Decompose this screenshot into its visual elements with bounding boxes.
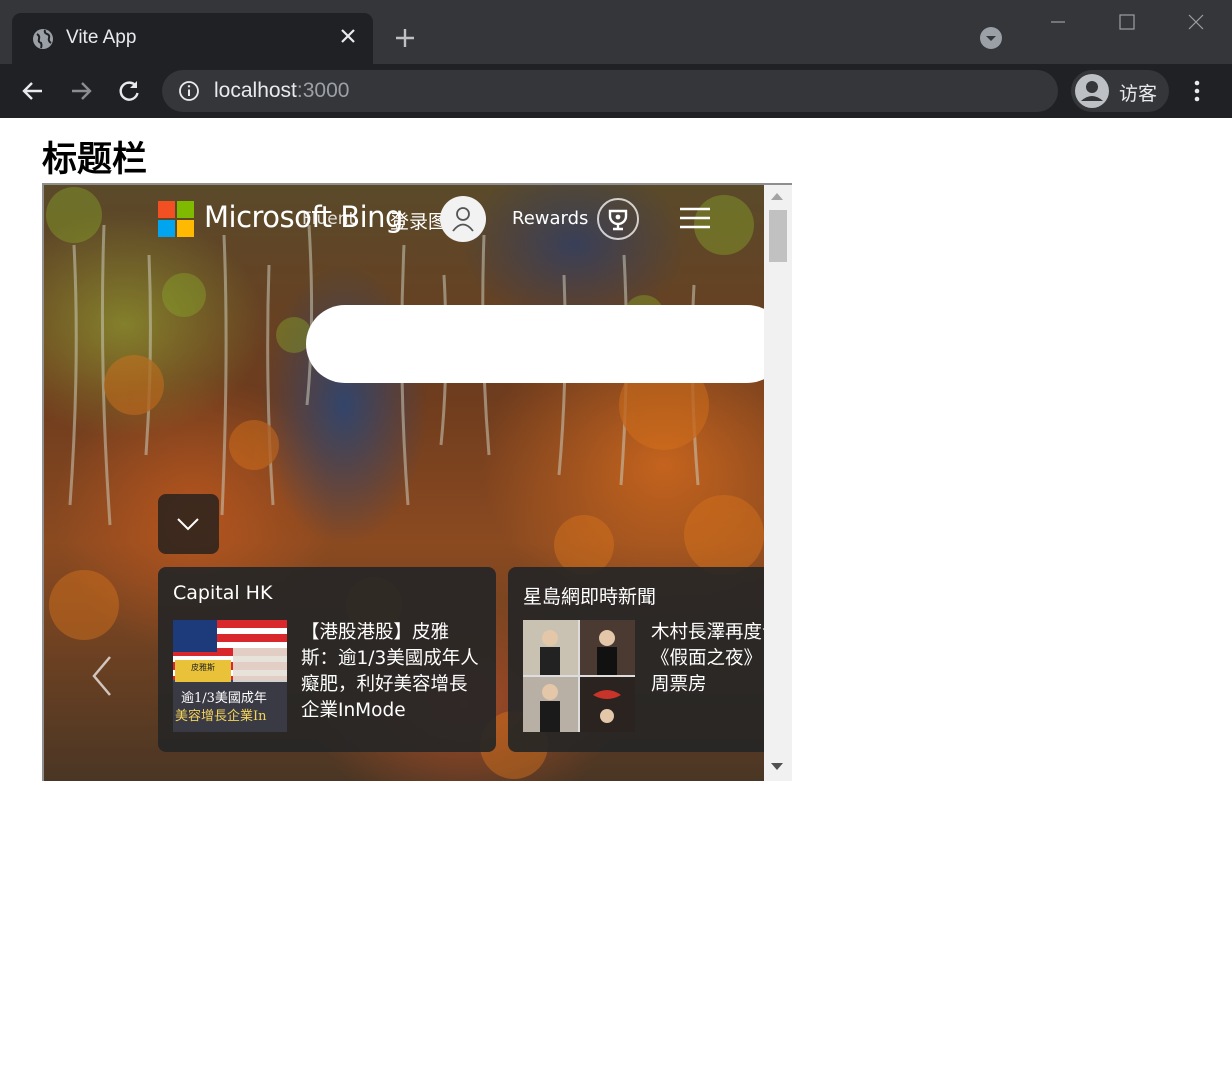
profile-button[interactable]: 访客 — [1071, 70, 1169, 112]
thumbnail-caption-bottom: 美容增長企業In — [175, 708, 267, 724]
tab-title: Vite App — [66, 27, 137, 48]
thumbnail-caption-mid: 逾1/3美國成年 — [181, 691, 267, 706]
rewards-button[interactable] — [597, 198, 639, 240]
microsoft-logo[interactable] — [158, 201, 194, 237]
expand-feed-button[interactable] — [158, 494, 219, 554]
close-icon[interactable] — [337, 25, 359, 47]
news-headline[interactable]: 木村長澤再度合兇《假面之夜》日本兩周票房 — [651, 620, 764, 698]
trophy-icon — [608, 209, 628, 231]
news-card[interactable]: 星島網即時新聞 木村長澤再度合兇《假面之夜》日本兩周票房 — [508, 567, 764, 752]
chevron-left-icon[interactable] — [90, 655, 114, 697]
news-source: 星島網即時新聞 — [523, 586, 657, 608]
browser-toolbar: localhost:3000 访客 — [0, 64, 1232, 118]
kebab-menu-icon[interactable] — [1186, 78, 1208, 104]
info-icon[interactable] — [178, 80, 200, 102]
url-port: :3000 — [296, 79, 350, 102]
profile-name: 访客 — [1119, 83, 1158, 105]
url-host: localhost — [214, 79, 297, 102]
overlapping-nav-text: Fluent — [302, 209, 356, 229]
url-text: localhost:3000 — [214, 79, 349, 103]
flag-thumbnail-image: 皮雅斯 逾1/3美國成年 美容增長企業In — [173, 620, 287, 732]
window-close-icon[interactable] — [1183, 12, 1209, 34]
address-bar[interactable]: localhost:3000 — [162, 70, 1058, 112]
page-title: 标题栏 — [42, 140, 148, 180]
globe-icon — [33, 29, 53, 49]
browser-titlebar: Vite App — [0, 0, 1232, 64]
chevron-down-icon — [177, 518, 199, 531]
news-card[interactable]: Capital HK 皮雅斯 逾1/3美國成年 美容增長企業In 【港股港股】皮… — [158, 567, 496, 752]
plus-icon[interactable] — [392, 25, 418, 51]
iframe-scrollbar[interactable] — [764, 185, 792, 781]
reload-icon[interactable] — [116, 78, 142, 104]
hamburger-icon[interactable] — [680, 207, 710, 229]
avatar-icon — [1075, 74, 1109, 108]
collage-thumbnail-image — [523, 620, 635, 732]
bing-homepage: Microsoft Bing Fluent 登录图 Rewards Capita… — [44, 185, 764, 781]
bing-iframe[interactable]: Microsoft Bing Fluent 登录图 Rewards Capita… — [42, 183, 792, 781]
browser-tab[interactable]: Vite App — [12, 13, 373, 64]
forward-icon[interactable] — [68, 78, 94, 104]
news-thumbnail[interactable]: 皮雅斯 逾1/3美國成年 美容增長企業In — [173, 620, 287, 732]
user-button[interactable] — [440, 196, 486, 242]
rewards-link[interactable]: Rewards — [512, 208, 588, 229]
scroll-up-arrow[interactable] — [771, 193, 783, 200]
user-icon — [452, 207, 474, 232]
news-headline[interactable]: 【港股港股】皮雅斯：逾1/3美國成年人癡肥，利好美容增長企業InMode — [301, 620, 481, 724]
news-thumbnail[interactable] — [523, 620, 637, 732]
scroll-thumb[interactable] — [769, 210, 787, 262]
search-input[interactable] — [306, 305, 764, 383]
chevron-down-icon — [986, 36, 996, 41]
tab-search-button[interactable] — [980, 27, 1002, 49]
maximize-icon[interactable] — [1114, 12, 1140, 34]
minimize-icon[interactable] — [1045, 12, 1071, 34]
news-source: Capital HK — [173, 582, 273, 604]
signin-link[interactable]: 登录图 — [390, 207, 447, 234]
thumbnail-caption-top: 皮雅斯 — [191, 662, 215, 672]
back-icon[interactable] — [20, 78, 46, 104]
scroll-down-arrow[interactable] — [771, 763, 783, 770]
